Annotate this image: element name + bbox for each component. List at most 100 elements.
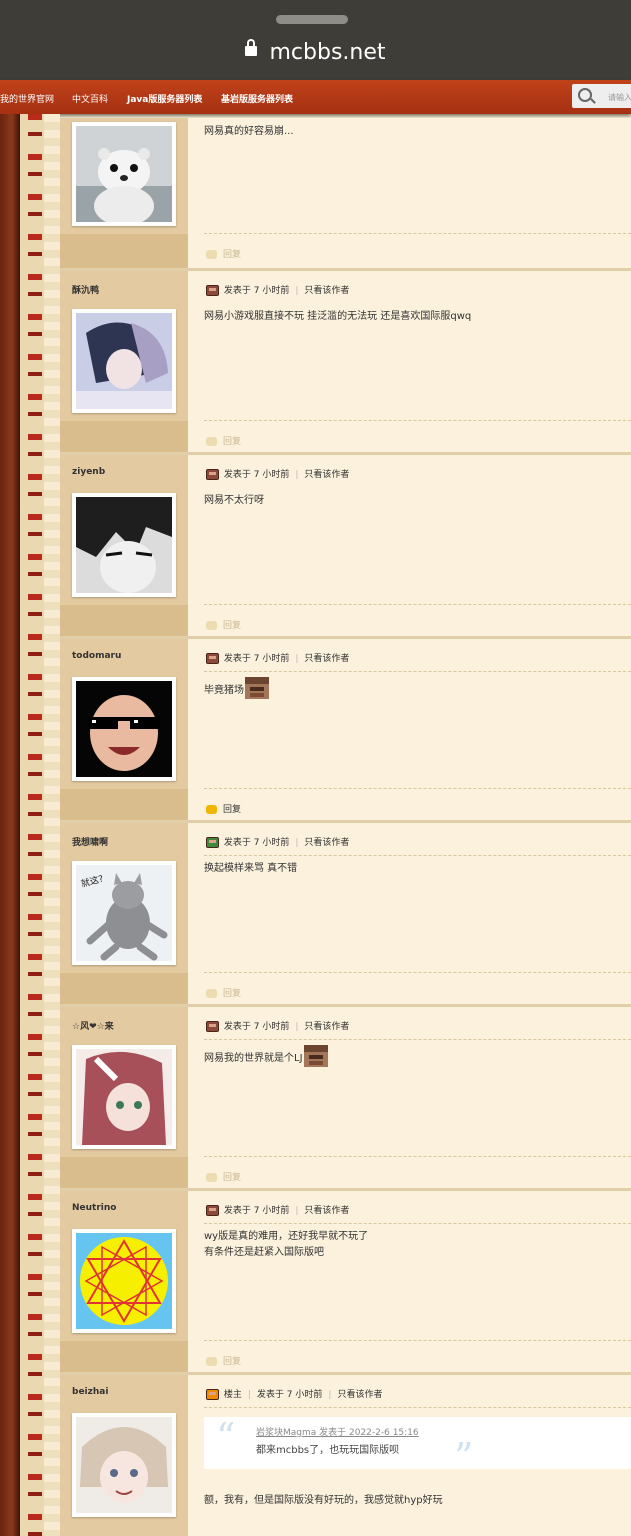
- reply-button[interactable]: 回复: [206, 802, 241, 815]
- only-author-link[interactable]: 只看该作者: [304, 1206, 349, 1216]
- post-author-panel: beizhai: [60, 1375, 188, 1536]
- site-nav: 我的世界官网 中文百科 Java版服务器列表 基岩版服务器列表: [0, 80, 631, 114]
- only-author-link[interactable]: 只看该作者: [337, 1390, 382, 1400]
- username[interactable]: ziyenb: [72, 467, 105, 477]
- op-badge: 楼主: [223, 1390, 242, 1400]
- post-author-panel: 酥氿鸭: [60, 271, 188, 455]
- post: 网易真的好容易崩... 回复: [60, 118, 631, 268]
- drag-handle[interactable]: [276, 15, 348, 24]
- avatar[interactable]: [72, 309, 176, 413]
- username[interactable]: Neutrino: [72, 1203, 116, 1213]
- white-weasel-avatar: [76, 126, 172, 222]
- reply-icon: [206, 250, 217, 259]
- post-author-panel: Neutrino: [60, 1191, 188, 1375]
- quote-header[interactable]: 岩浆块Magma 发表于 2022-2-6 15:16: [256, 1425, 419, 1438]
- user-icon: [206, 285, 219, 296]
- baby-sunglasses-avatar: [76, 681, 172, 777]
- post-content: 发表于 7 小时前 | 只看该作者 wy版是真的难用，还好我早就不玩了 有条件还是赶…: [188, 1191, 631, 1375]
- post-meta: 发表于 7 小时前 | 只看该作者: [206, 283, 349, 296]
- decorative-border: [20, 114, 60, 1536]
- post-body: 网易小游戏服直接不玩 挂泛滥的无法玩 还是喜欢国际服qwq: [204, 311, 472, 322]
- user-icon: [206, 1205, 219, 1216]
- post-author-panel: 我想啸啊 就这?: [60, 823, 188, 1007]
- username[interactable]: todomaru: [72, 651, 121, 661]
- reply-icon: [206, 437, 217, 446]
- reply-button[interactable]: 回复: [206, 434, 241, 447]
- reply-icon: [206, 805, 217, 814]
- quote-text: 都来mcbbs了，也玩玩国际版呗: [256, 1445, 400, 1456]
- only-author-link[interactable]: 只看该作者: [304, 838, 349, 848]
- only-author-link[interactable]: 只看该作者: [304, 286, 349, 296]
- post-content: 发表于 7 小时前 | 只看该作者 网易我的世界就是个LJ 回复: [188, 1007, 631, 1191]
- close-quote-icon: ”: [454, 1435, 474, 1479]
- post: 酥氿鸭 发表于 7 小时前 | 只看该作者 网易小游戏服直接不玩 挂泛滥的无法玩 还…: [60, 268, 631, 455]
- post-content: 楼主 | 发表于 7 小时前 | 只看该作者 “ 岩浆块Magma 发表于 2022-2…: [188, 1375, 631, 1536]
- only-author-link[interactable]: 只看该作者: [304, 470, 349, 480]
- search-icon[interactable]: [578, 88, 592, 102]
- emoji-face-icon: [245, 677, 269, 699]
- post: 我想啸啊 就这? 发表于 7 小时前 | 只看该作者 换起模样来骂 真不错 回复: [60, 820, 631, 1007]
- reply-button[interactable]: 回复: [206, 247, 241, 260]
- reply-button[interactable]: 回复: [206, 618, 241, 631]
- post: ziyenb 发表于 7 小时前 | 只看该作者 网易不太行呀 回复: [60, 452, 631, 639]
- post-content: 发表于 7 小时前 | 只看该作者 毕竟猪场 回复: [188, 639, 631, 823]
- username[interactable]: beizhai: [72, 1387, 108, 1397]
- avatar[interactable]: [72, 1229, 176, 1333]
- nav-bedrock-servers[interactable]: 基岩版服务器列表: [221, 92, 293, 105]
- post-content: 发表于 7 小时前 | 只看该作者 换起模样来骂 真不错 回复: [188, 823, 631, 1007]
- only-author-link[interactable]: 只看该作者: [304, 1022, 349, 1032]
- username[interactable]: ☆风❤☆来: [72, 1019, 114, 1032]
- nav-java-servers[interactable]: Java版服务器列表: [127, 92, 202, 105]
- anime-whitehair-avatar: [76, 1417, 172, 1513]
- post-body: 网易我的世界就是个LJ: [204, 1045, 328, 1067]
- post-body: 网易不太行呀: [204, 495, 264, 506]
- anime-grayscale-avatar: [76, 497, 172, 593]
- username[interactable]: 我想啸啊: [72, 835, 108, 848]
- user-icon: [206, 837, 219, 848]
- post-author-panel: ziyenb: [60, 455, 188, 639]
- avatar[interactable]: [72, 122, 176, 226]
- anime-boy-avatar: [76, 313, 172, 409]
- user-icon: [206, 1021, 219, 1032]
- avatar[interactable]: 就这?: [72, 861, 176, 965]
- nav-wiki[interactable]: 中文百科: [72, 92, 108, 105]
- post-body: wy版是真的难用，还好我早就不玩了 有条件还是赶紧入国际版吧: [204, 1231, 369, 1258]
- cat-avatar: 就这?: [76, 865, 172, 961]
- avatar[interactable]: [72, 677, 176, 781]
- reply-button[interactable]: 回复: [206, 1354, 241, 1367]
- post-content: 发表于 7 小时前 | 只看该作者 网易小游戏服直接不玩 挂泛滥的无法玩 还是喜欢国…: [188, 271, 631, 455]
- post-meta: 发表于 7 小时前 | 只看该作者: [206, 1019, 349, 1032]
- browser-bar: mcbbs.net: [0, 0, 631, 80]
- user-icon: [206, 1389, 219, 1400]
- reply-icon: [206, 1173, 217, 1182]
- post-meta: 发表于 7 小时前 | 只看该作者: [206, 1203, 349, 1216]
- open-quote-icon: “: [216, 1415, 236, 1459]
- post-body: 网易真的好容易崩...: [204, 126, 294, 137]
- post: todomaru 发表于 7 小时前 | 只看该作者 毕竟猪场 回复: [60, 636, 631, 823]
- search-placeholder: 请输入: [608, 93, 631, 102]
- hexagram-avatar: [76, 1233, 172, 1329]
- nav-official-site[interactable]: 我的世界官网: [0, 92, 54, 105]
- post-body: 换起模样来骂 真不错: [204, 863, 298, 874]
- post: Neutrino 发表于 7 小时前 | 只看该作者 wy版是真的难用，还好我早就不…: [60, 1188, 631, 1375]
- reply-icon: [206, 1357, 217, 1366]
- post-meta: 发表于 7 小时前 | 只看该作者: [206, 467, 349, 480]
- avatar[interactable]: [72, 1045, 176, 1149]
- post-meta: 发表于 7 小时前 | 只看该作者: [206, 835, 349, 848]
- post: beizhai 楼主 | 发表于 7 小时前 | 只看该作者 “ 岩浆块Magma 发表…: [60, 1372, 631, 1536]
- reply-icon: [206, 621, 217, 630]
- post-author-panel: todomaru: [60, 639, 188, 823]
- username[interactable]: 酥氿鸭: [72, 283, 99, 296]
- url-text: mcbbs.net: [269, 40, 386, 65]
- avatar[interactable]: [72, 493, 176, 597]
- user-icon: [206, 469, 219, 480]
- post-author-panel: ☆风❤☆来: [60, 1007, 188, 1191]
- reply-button[interactable]: 回复: [206, 986, 241, 999]
- reply-button[interactable]: 回复: [206, 1170, 241, 1183]
- search-input[interactable]: 请输入: [572, 84, 631, 108]
- address-bar[interactable]: mcbbs.net: [0, 39, 631, 65]
- post-content: 发表于 7 小时前 | 只看该作者 网易不太行呀 回复: [188, 455, 631, 639]
- only-author-link[interactable]: 只看该作者: [304, 654, 349, 664]
- avatar[interactable]: [72, 1413, 176, 1517]
- post-body: 额，我有，但是国际版没有好玩的，我感觉就hyp好玩: [204, 1495, 443, 1506]
